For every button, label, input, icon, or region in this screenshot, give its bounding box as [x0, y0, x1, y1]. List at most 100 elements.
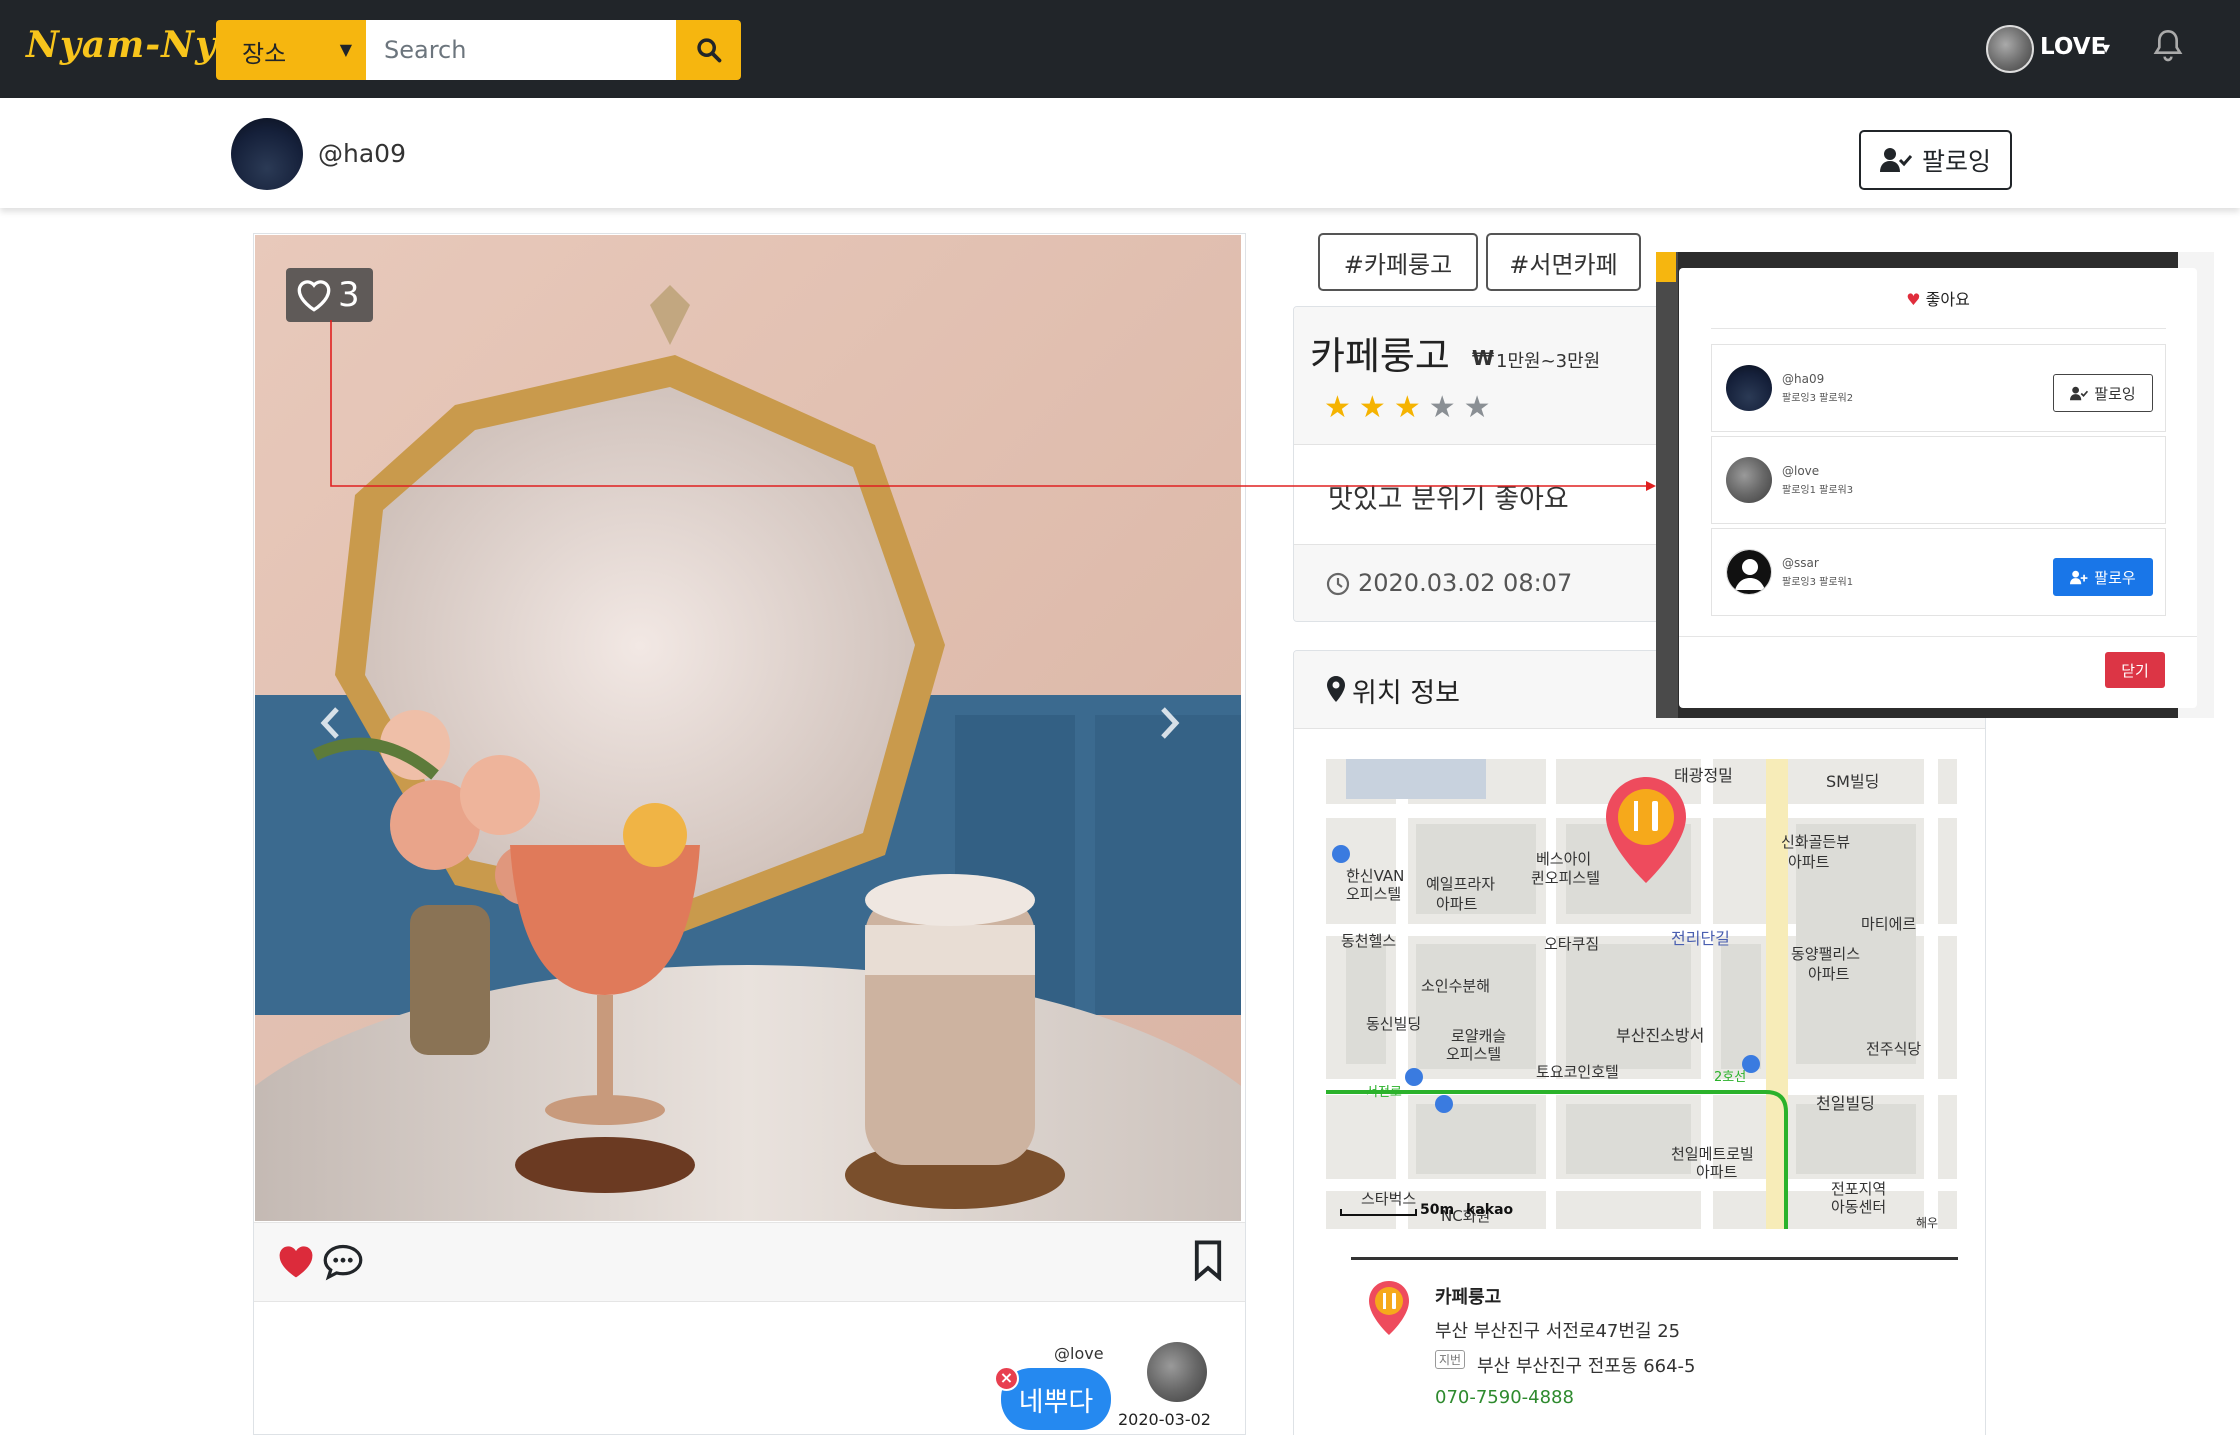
svg-text:전포지역: 전포지역 — [1831, 1180, 1886, 1198]
kakao-map[interactable]: 태광정밀 SM빌딩 한신VAN 오피스텔 예일프라자 아파트 베스아이 퀸오피스… — [1326, 759, 1957, 1229]
svg-text:해우: 해우 — [1916, 1216, 1938, 1229]
svg-text:마티에르: 마티에르 — [1861, 915, 1916, 933]
liker-follow-button-label: 팔로우 — [2094, 568, 2136, 587]
svg-text:로얄캐슬: 로얄캐슬 — [1451, 1027, 1506, 1045]
liker-username[interactable]: @ha09 — [1782, 372, 1824, 386]
liker-follow-button[interactable]: 팔로우 — [2053, 558, 2153, 596]
liker-avatar[interactable] — [1726, 457, 1772, 503]
clock-icon — [1326, 572, 1350, 596]
likes-modal: ♥ 좋아요 @ha09 팔로잉3 팔로워2 팔로잉 @love 팔로잉1 팔로워… — [1679, 268, 2197, 708]
liker-username[interactable]: @love — [1782, 464, 1819, 478]
comment-button[interactable] — [322, 1241, 364, 1285]
svg-text:부산진소방서: 부산진소방서 — [1616, 1026, 1704, 1045]
price-range: 1만원~3만원 — [1496, 351, 1601, 372]
user-menu-name[interactable]: LOVE — [2040, 34, 2106, 60]
svg-text:신화골든뷰: 신화골든뷰 — [1781, 833, 1850, 851]
star-icon: ★ — [1358, 390, 1386, 425]
svg-text:퀸오피스텔: 퀸오피스텔 — [1531, 869, 1600, 887]
delete-comment-icon[interactable]: × — [994, 1366, 1019, 1391]
category-select-value: 장소 — [242, 40, 287, 68]
svg-text:스타벅스: 스타벅스 — [1361, 1190, 1416, 1208]
profile-username[interactable]: @ha09 — [318, 139, 406, 168]
post-action-bar — [254, 1222, 1245, 1302]
carousel-prev-button[interactable] — [319, 705, 341, 745]
profile-avatar[interactable] — [231, 118, 303, 190]
star-icon: ★ — [1393, 390, 1421, 425]
carousel-next-button[interactable] — [1159, 705, 1181, 745]
liker-stats: 팔로잉3 팔로워2 — [1782, 393, 1854, 404]
bookmark-button[interactable] — [1192, 1239, 1224, 1285]
map-divider — [1351, 1257, 1958, 1260]
heart-outline-icon — [297, 280, 331, 312]
comment-username[interactable]: @love — [1054, 1344, 1104, 1363]
svg-text:kakao: kakao — [1466, 1202, 1514, 1218]
svg-text:전주식당: 전주식당 — [1866, 1040, 1921, 1058]
rating-stars: ★ ★ ★ ★ ★ — [1324, 393, 1491, 423]
liker-avatar[interactable] — [1726, 549, 1772, 595]
won-icon: ₩ — [1472, 346, 1495, 370]
svg-text:50m: 50m — [1420, 1202, 1454, 1218]
post-photo-image — [255, 235, 1241, 1221]
liker-username[interactable]: @ssar — [1782, 556, 1819, 570]
tag-cafe-lungo[interactable]: #카페룽고 — [1318, 233, 1478, 291]
svg-text:오타쿠짐: 오타쿠짐 — [1544, 935, 1599, 953]
liker-avatar[interactable] — [1726, 365, 1772, 411]
user-plus-icon — [2070, 570, 2088, 584]
post-photo[interactable]: 3 — [255, 235, 1241, 1221]
liker-item: @ha09 팔로잉3 팔로워2 팔로잉 — [1711, 344, 2166, 432]
svg-text:아파트: 아파트 — [1788, 853, 1830, 871]
jibun-address: 부산 부산진구 전포동 664-5 — [1477, 1356, 1696, 1377]
close-button[interactable]: 닫기 — [2105, 652, 2165, 688]
svg-text:아파트: 아파트 — [1696, 1163, 1738, 1181]
search-button[interactable] — [676, 20, 741, 80]
user-menu-caret-icon[interactable]: ▾ — [2102, 38, 2110, 57]
liker-following-button-label: 팔로잉 — [2094, 384, 2136, 403]
svg-text:전리단길: 전리단길 — [1671, 929, 1730, 948]
like-count: 3 — [338, 275, 360, 315]
heart-filled-icon: ♥ — [1906, 290, 1921, 309]
bookmark-icon — [1194, 1240, 1222, 1282]
svg-text:베스아이: 베스아이 — [1536, 850, 1591, 868]
star-icon: ★ — [1324, 390, 1351, 425]
post-datetime: 2020.03.02 08:07 — [1358, 569, 1573, 597]
chevron-left-icon — [320, 707, 339, 739]
following-button-label: 팔로잉 — [1921, 147, 1991, 176]
modal-footer-divider — [1679, 636, 2197, 637]
liker-stats: 팔로잉1 팔로워3 — [1782, 485, 1854, 496]
likes-modal-backdrop-search-fragment — [1656, 252, 1676, 282]
place-phone[interactable]: 070-7590-4888 — [1435, 1387, 1574, 1408]
heart-filled-icon — [279, 1246, 313, 1278]
top-navbar: Nyam-Nyam 장소 ▼ LOVE ▾ — [0, 0, 2240, 98]
comment-icon — [323, 1244, 363, 1281]
comment-date: 2020-03-02 — [1118, 1410, 1211, 1429]
jibun-tag: 지번 — [1435, 1350, 1466, 1369]
star-icon: ★ — [1428, 390, 1456, 425]
notifications-button[interactable] — [2152, 28, 2184, 68]
svg-text:동신빌딩: 동신빌딩 — [1366, 1015, 1421, 1033]
search-icon — [696, 38, 721, 63]
svg-text:서전로: 서전로 — [1366, 1085, 1402, 1100]
like-button[interactable] — [276, 1243, 316, 1283]
road-address: 부산 부산진구 서전로47번길 25 — [1435, 1321, 1681, 1342]
svg-text:예일프라자: 예일프라자 — [1426, 875, 1495, 893]
user-avatar[interactable] — [1986, 25, 2034, 73]
location-card: 위치 정보 태광정밀 SM빌딩 한신VAN 오피스텔 예일프라자 아파트 베스아… — [1293, 650, 1986, 1435]
svg-text:아파트: 아파트 — [1808, 965, 1850, 983]
map-place-title[interactable]: 카페룽고 — [1435, 1283, 1501, 1309]
svg-text:태광정밀: 태광정밀 — [1674, 766, 1733, 785]
svg-text:아동센터: 아동센터 — [1831, 1198, 1886, 1216]
comment-avatar[interactable] — [1147, 1342, 1207, 1402]
following-button[interactable]: 팔로잉 — [1859, 130, 2012, 190]
category-select[interactable]: 장소 ▼ — [216, 20, 366, 80]
modal-divider — [1711, 328, 2166, 329]
svg-text:동양팰리스: 동양팰리스 — [1791, 945, 1860, 963]
restaurant-marker-icon — [1367, 1279, 1411, 1341]
like-count-badge[interactable]: 3 — [286, 268, 373, 322]
liker-following-button[interactable]: 팔로잉 — [2053, 374, 2153, 412]
post-card: 3 @love 네뿌다 × 2020-03-02 — [253, 233, 1246, 1435]
svg-text:한신VAN: 한신VAN — [1346, 867, 1404, 885]
search-input[interactable] — [366, 20, 676, 80]
map-canvas: 태광정밀 SM빌딩 한신VAN 오피스텔 예일프라자 아파트 베스아이 퀸오피스… — [1326, 759, 1957, 1229]
tag-seomyeon-cafe[interactable]: #서면카페 — [1486, 233, 1641, 291]
likes-modal-title: ♥ 좋아요 — [1679, 286, 2197, 310]
